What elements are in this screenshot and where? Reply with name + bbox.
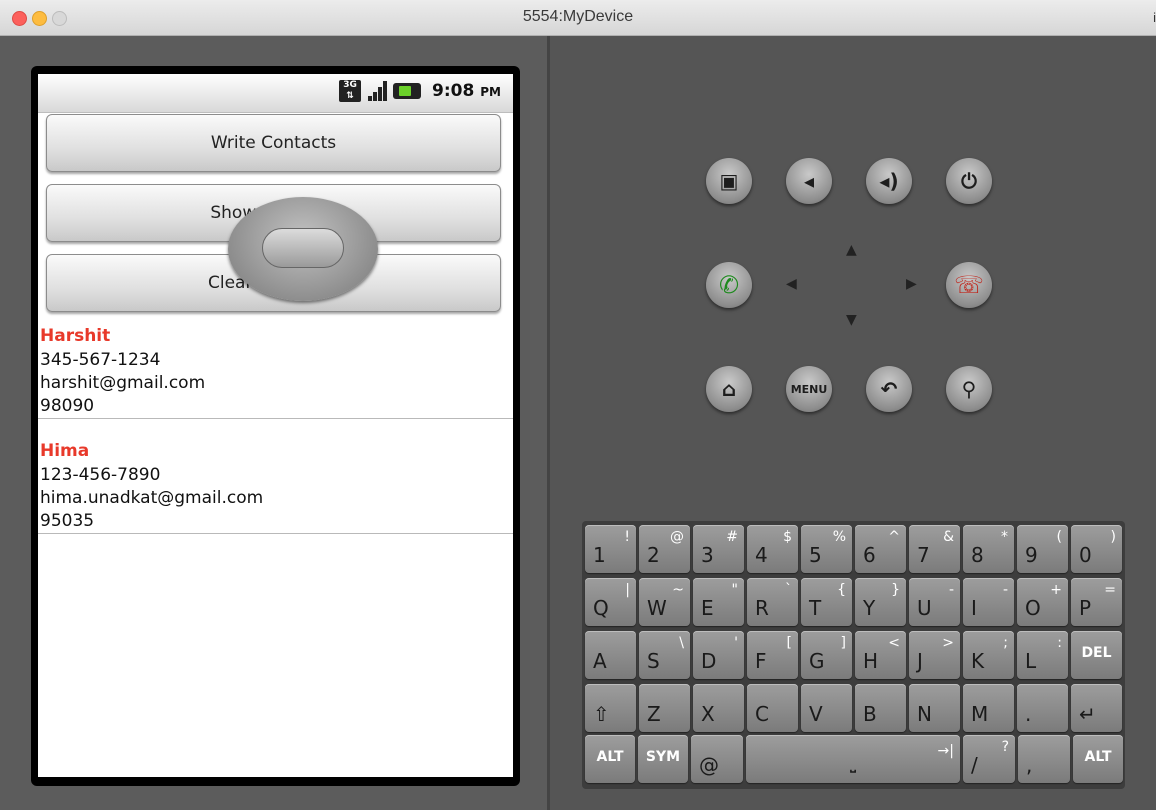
keyboard-key[interactable]: 4 $ bbox=[747, 525, 798, 573]
battery-charging-icon bbox=[393, 83, 422, 99]
volume-up-icon: ◂) bbox=[879, 169, 899, 193]
signal-strength-icon bbox=[366, 80, 388, 102]
dpad-center-button[interactable] bbox=[262, 228, 344, 268]
keyboard-key[interactable]: 3 # bbox=[693, 525, 744, 573]
keyboard-key[interactable]: C bbox=[747, 684, 798, 732]
keyboard-key[interactable]: G] bbox=[801, 631, 852, 679]
keyboard-key[interactable]: 0) bbox=[1071, 525, 1122, 573]
back-icon: ↶ bbox=[880, 377, 898, 401]
dpad-right-arrow-icon[interactable]: ▶ bbox=[906, 276, 917, 292]
window-title: 5554:MyDevice bbox=[522, 8, 634, 25]
hardware-keyboard: 1! 2 @3 #4 $5% 6 ^ 7 & 8 * 9(0) Q | W ~ E " R ` T{Y} U - I - O + P =… bbox=[582, 521, 1125, 789]
keyboard-key[interactable]: ⇧ bbox=[585, 684, 636, 732]
keyboard-key[interactable]: 1! bbox=[585, 525, 636, 573]
status-time: 9:08 PM bbox=[432, 81, 501, 101]
contact-list-item[interactable]: Hima 123-456-7890 hima.unadkat@gmail.com… bbox=[38, 439, 513, 534]
keyboard-key[interactable]: B bbox=[855, 684, 906, 732]
keyboard-key[interactable]: . bbox=[1017, 684, 1068, 732]
window-titlebar: 5554:MyDevice i bbox=[0, 0, 1156, 36]
slash-key[interactable]: / ? bbox=[963, 735, 1015, 783]
end-call-button[interactable]: ☏ bbox=[946, 262, 992, 308]
contact-phone: 345-567-1234 bbox=[40, 350, 161, 370]
search-button[interactable]: ⚲ bbox=[946, 366, 992, 412]
home-icon: ⌂ bbox=[721, 377, 737, 401]
keyboard-key[interactable]: 9( bbox=[1017, 525, 1068, 573]
keyboard-key[interactable]: 6 ^ bbox=[855, 525, 906, 573]
alt-key[interactable]: ALT bbox=[585, 735, 635, 783]
network-3g-icon: 3G ⇅ bbox=[339, 80, 362, 102]
at-key[interactable]: @ bbox=[691, 735, 743, 783]
end-call-icon: ☏ bbox=[953, 271, 984, 299]
sym-key[interactable]: SYM bbox=[638, 735, 688, 783]
phone-call-icon: ✆ bbox=[718, 271, 740, 299]
keyboard-key[interactable]: R ` bbox=[747, 578, 798, 626]
keyboard-key[interactable]: 2 @ bbox=[639, 525, 690, 573]
dpad-down-arrow-icon[interactable]: ▼ bbox=[846, 312, 857, 328]
keyboard-key[interactable]: Q | bbox=[585, 578, 636, 626]
keyboard-key[interactable]: A bbox=[585, 631, 636, 679]
menu-label: MENU bbox=[790, 382, 828, 396]
keyboard-key[interactable]: 5% bbox=[801, 525, 852, 573]
menu-button[interactable]: MENU bbox=[786, 366, 832, 412]
volume-up-button[interactable]: ◂) bbox=[866, 158, 912, 204]
keyboard-key[interactable]: H < bbox=[855, 631, 906, 679]
keyboard-key[interactable]: K; bbox=[963, 631, 1014, 679]
keyboard-key[interactable]: E " bbox=[693, 578, 744, 626]
keyboard-key[interactable]: J > bbox=[909, 631, 960, 679]
contact-name: Harshit bbox=[40, 326, 111, 346]
keyboard-key[interactable]: F[ bbox=[747, 631, 798, 679]
home-button[interactable]: ⌂ bbox=[706, 366, 752, 412]
contact-zip: 95035 bbox=[40, 511, 95, 531]
back-button[interactable]: ↶ bbox=[866, 366, 912, 412]
alt-key-right[interactable]: ALT bbox=[1073, 735, 1123, 783]
write-contacts-button[interactable]: Write Contacts bbox=[46, 114, 501, 172]
keyboard-key[interactable]: V bbox=[801, 684, 852, 732]
keyboard-key[interactable]: DEL bbox=[1071, 631, 1122, 679]
device-screen: 3G⇅ 9:08 PM Write Contacts Show Contacts… bbox=[38, 74, 513, 777]
keyboard-key[interactable]: 7 & bbox=[909, 525, 960, 573]
camera-icon: ▣ bbox=[719, 169, 739, 193]
contact-zip: 98090 bbox=[40, 396, 95, 416]
dpad-left-arrow-icon[interactable]: ◀ bbox=[786, 276, 797, 292]
keyboard-key[interactable]: P = bbox=[1071, 578, 1122, 626]
keyboard-key[interactable]: U- bbox=[909, 578, 960, 626]
contact-email: harshit@gmail.com bbox=[40, 373, 206, 393]
keyboard-key[interactable]: M bbox=[963, 684, 1014, 732]
volume-down-icon: ◂ bbox=[803, 169, 815, 193]
contact-email: hima.unadkat@gmail.com bbox=[40, 488, 264, 508]
keyboard-key[interactable]: T{ bbox=[801, 578, 852, 626]
space-key[interactable]: ⎵ →| bbox=[746, 735, 960, 783]
keyboard-key[interactable]: 8 * bbox=[963, 525, 1014, 573]
keyboard-key[interactable]: O + bbox=[1017, 578, 1068, 626]
keyboard-key[interactable]: I- bbox=[963, 578, 1014, 626]
keyboard-key[interactable]: X bbox=[693, 684, 744, 732]
dpad-up-arrow-icon[interactable]: ▲ bbox=[846, 242, 857, 258]
search-icon: ⚲ bbox=[961, 377, 977, 401]
comma-key[interactable]: , bbox=[1018, 735, 1070, 783]
camera-button[interactable]: ▣ bbox=[706, 158, 752, 204]
volume-down-button[interactable]: ◂ bbox=[786, 158, 832, 204]
keyboard-key[interactable]: L: bbox=[1017, 631, 1068, 679]
keyboard-key[interactable]: N bbox=[909, 684, 960, 732]
power-icon: ⏻ bbox=[961, 169, 977, 193]
keyboard-key[interactable]: Z bbox=[639, 684, 690, 732]
keyboard-key[interactable]: D ' bbox=[693, 631, 744, 679]
call-button[interactable]: ✆ bbox=[706, 262, 752, 308]
keyboard-key[interactable]: W ~ bbox=[639, 578, 690, 626]
contact-name: Hima bbox=[40, 441, 90, 461]
keyboard-key[interactable]: ↵ bbox=[1071, 684, 1122, 732]
keyboard-key[interactable]: S \ bbox=[639, 631, 690, 679]
contact-list-item[interactable]: Harshit 345-567-1234 harshit@gmail.com 9… bbox=[38, 324, 513, 419]
keyboard-key[interactable]: Y} bbox=[855, 578, 906, 626]
contact-phone: 123-456-7890 bbox=[40, 465, 161, 485]
android-status-bar: 3G ⇅ 9:08 PM bbox=[38, 74, 513, 113]
power-button[interactable]: ⏻ bbox=[946, 158, 992, 204]
